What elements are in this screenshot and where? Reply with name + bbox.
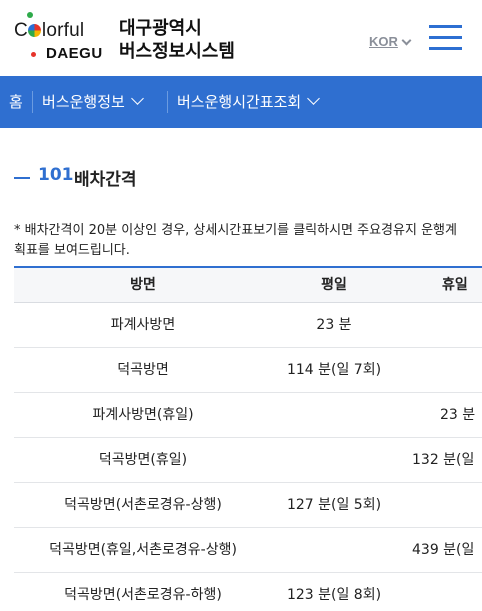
cell-holiday: 132 분(일 — [412, 452, 475, 468]
site-header: Clorful DAEGU 대구광역시 버스정보시스템 KOR — [0, 0, 482, 76]
cell-direction: 덕곡방면(휴일,서촌로경유-상행) — [49, 542, 237, 558]
table-row: 덕곡방면(서촌로경유-하행) 123 분(일 8회) — [14, 573, 482, 611]
cell-weekday: 114 분(일 7회) — [286, 362, 382, 378]
nav-timetable[interactable]: 버스운행시간표조회 — [177, 76, 321, 128]
cell-holiday: 439 분(일 — [412, 542, 475, 558]
table-row: 파계사방면(휴일) 23 분 — [14, 393, 482, 438]
cell-weekday — [269, 438, 399, 483]
chevron-down-icon — [130, 92, 144, 105]
chevron-down-icon — [307, 92, 321, 105]
cell-weekday: 127 분(일 5회) — [286, 497, 382, 513]
cell-direction: 덕곡방면(서촌로경유-하행) — [64, 587, 222, 603]
site-title-line1: 대구광역시 — [119, 18, 202, 39]
table-row: 덕곡방면(휴일,서촌로경유-상행) 439 분(일 — [14, 528, 482, 573]
menu-icon-bar — [429, 25, 462, 28]
site-title-line2: 버스정보시스템 — [119, 41, 235, 62]
section-title-dash — [14, 177, 30, 179]
nav-home[interactable]: 홈 — [9, 76, 23, 128]
cell-holiday — [412, 348, 482, 393]
table-row: 파계사방면 23 분 — [14, 303, 482, 348]
menu-icon-bar — [429, 47, 462, 50]
logo-dot-red — [31, 52, 36, 57]
menu-icon-bar — [429, 36, 462, 39]
interval-table: 방면 평일 휴일 파계사방면 23 분 덕곡방면 114 분(일 7회) 파계사… — [14, 266, 482, 611]
cell-holiday: 23 분 — [440, 407, 476, 423]
interval-notice: * 배차간격이 20분 이상인 경우, 상세시간표보기를 클릭하시면 주요경유지… — [14, 223, 457, 258]
table-row: 덕곡방면 114 분(일 7회) — [14, 348, 482, 393]
hamburger-menu-button[interactable] — [429, 25, 463, 51]
cell-holiday — [412, 303, 482, 348]
nav-timetable-label: 버스운행시간표조회 — [177, 93, 302, 111]
route-number: 101 — [38, 165, 74, 185]
language-selector[interactable]: KOR — [369, 34, 398, 49]
cell-holiday — [412, 483, 482, 528]
cell-direction: 덕곡방면(서촌로경유-상행) — [64, 497, 222, 513]
header-weekday: 평일 — [321, 277, 347, 293]
cell-direction: 파계사방면 — [110, 317, 176, 333]
cell-weekday: 23 분 — [316, 317, 352, 333]
nav-divider — [32, 91, 33, 113]
table-row: 덕곡방면(휴일) 132 분(일 — [14, 438, 482, 483]
cell-weekday — [269, 393, 399, 438]
cell-weekday — [269, 528, 399, 573]
section-title: 배차간격 — [74, 170, 137, 190]
breadcrumb-nav: 홈 버스운행정보 버스운행시간표조회 — [0, 76, 482, 128]
header-direction: 방면 — [130, 277, 156, 293]
site-title: 대구광역시 버스정보시스템 — [119, 17, 235, 63]
logo-o-icon — [28, 24, 42, 37]
colorful-daegu-logo[interactable]: Clorful DAEGU — [14, 12, 106, 64]
logo-daegu-text: DAEGU — [46, 45, 103, 62]
cell-direction: 덕곡방면(휴일) — [98, 452, 188, 468]
cell-weekday: 123 분(일 8회) — [286, 587, 382, 603]
cell-holiday — [412, 573, 482, 611]
header-holiday: 휴일 — [442, 277, 468, 293]
nav-bus-info[interactable]: 버스운행정보 — [42, 76, 144, 128]
nav-bus-info-label: 버스운행정보 — [42, 93, 125, 111]
table-row: 덕곡방면(서촌로경유-상행) 127 분(일 5회) — [14, 483, 482, 528]
nav-divider — [167, 91, 168, 113]
table-header: 방면 평일 휴일 — [14, 266, 482, 303]
logo-colorful-text: Clorful — [14, 20, 85, 41]
chevron-down-icon[interactable] — [401, 35, 412, 46]
cell-direction: 파계사방면(휴일) — [92, 407, 194, 423]
cell-direction: 덕곡방면 — [117, 362, 169, 378]
logo-dot-green — [27, 12, 33, 18]
